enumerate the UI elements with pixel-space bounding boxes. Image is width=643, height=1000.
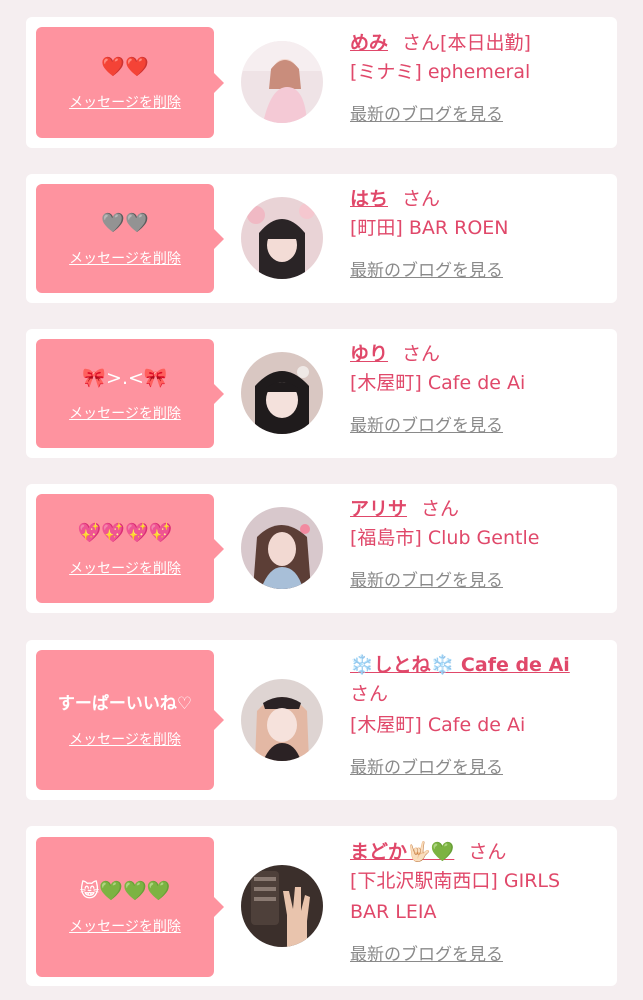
shop-name-continued: BAR LEIA [350, 901, 437, 923]
girl-info: ❄️しとね❄️ Cafe de Ai さん [木屋町] Cafe de Ai 最… [350, 651, 610, 778]
message-bubble: 🎀>.<🎀 メッセージを削除 [36, 339, 224, 448]
girl-name-link[interactable]: はち [350, 188, 388, 210]
honorific: さん [421, 498, 460, 520]
girl-info: まどか🤟🏻💚 さん [下北沢駅南西口] GIRLS BAR LEIA 最新のブログ… [350, 838, 610, 965]
message-text: 🎀>.<🎀 [82, 366, 168, 389]
message-bubble: ❤️❤️ メッセージを削除 [36, 27, 224, 138]
shop-name: [福島市] Club Gentle [350, 527, 540, 549]
girl-name-link[interactable]: めみ [350, 32, 388, 54]
girl-name-link[interactable]: アリサ [350, 498, 407, 520]
message-bubble: 😸💚💚💚 メッセージを削除 [36, 837, 224, 977]
message-text: すーぱーいいね♡ [57, 694, 193, 714]
delete-message-link[interactable]: メッセージを削除 [69, 248, 181, 268]
girl-info: はち さん [町田] BAR ROEN 最新のブログを見る [350, 185, 610, 281]
message-bubble: すーぱーいいね♡ メッセージを削除 [36, 650, 224, 790]
girl-name-link[interactable]: まどか🤟🏻💚 [350, 841, 454, 863]
list-item: すーぱーいいね♡ メッセージを削除 ❄️しとね❄️ Cafe de Ai さん … [26, 640, 617, 800]
delete-message-link[interactable]: メッセージを削除 [69, 92, 181, 112]
delete-message-link[interactable]: メッセージを削除 [69, 403, 181, 423]
shop-name: [ミナミ] ephemeral [350, 61, 531, 83]
latest-blog-link[interactable]: 最新のブログを見る [350, 753, 503, 778]
shop-name: [下北沢駅南西口] GIRLS [350, 870, 561, 892]
avatar[interactable] [241, 197, 323, 279]
honorific: さん [468, 841, 507, 863]
latest-blog-link[interactable]: 最新のブログを見る [350, 411, 503, 436]
girl-info: アリサ さん [福島市] Club Gentle 最新のブログを見る [350, 495, 610, 591]
latest-blog-link[interactable]: 最新のブログを見る [350, 566, 503, 591]
message-text: 😸💚💚💚 [79, 880, 171, 902]
latest-blog-link[interactable]: 最新のブログを見る [350, 256, 503, 281]
honorific: さん [350, 683, 389, 705]
shop-name: [木屋町] Cafe de Ai [350, 714, 526, 736]
avatar[interactable] [241, 679, 323, 761]
girl-name-link[interactable]: ゆり [350, 343, 388, 365]
honorific: さん [402, 32, 441, 54]
status-badge: [本日出勤] [440, 32, 531, 54]
delete-message-link[interactable]: メッセージを削除 [69, 729, 181, 749]
girl-info: ゆり さん [木屋町] Cafe de Ai 最新のブログを見る [350, 340, 610, 436]
latest-blog-link[interactable]: 最新のブログを見る [350, 100, 503, 125]
avatar[interactable] [241, 352, 323, 434]
honorific: さん [402, 343, 441, 365]
girl-name-link[interactable]: ❄️しとね❄️ Cafe de Ai [350, 654, 570, 676]
avatar[interactable] [241, 865, 323, 947]
message-text: ❤️❤️ [101, 55, 149, 78]
message-text: 💖💖💖💖 [77, 521, 173, 544]
list-item: 💖💖💖💖 メッセージを削除 アリサ さん [福島市] Club Gentle 最新… [26, 484, 617, 613]
avatar[interactable] [241, 41, 323, 123]
latest-blog-link[interactable]: 最新のブログを見る [350, 940, 503, 965]
honorific: さん [402, 188, 441, 210]
delete-message-link[interactable]: メッセージを削除 [69, 916, 181, 936]
shop-name: [木屋町] Cafe de Ai [350, 372, 526, 394]
message-bubble: 🩶🩶 メッセージを削除 [36, 184, 224, 293]
favorites-list: ❤️❤️ メッセージを削除 めみ さん[本日出勤] [ミナミ] ephemeral… [0, 0, 643, 1000]
list-item: 🩶🩶 メッセージを削除 はち さん [町田] BAR ROEN 最新のブログを見る [26, 174, 617, 303]
girl-info: めみ さん[本日出勤] [ミナミ] ephemeral 最新のブログを見る [350, 29, 610, 125]
list-item: 🎀>.<🎀 メッセージを削除 ゆり さん [木屋町] Cafe de Ai 最新の… [26, 329, 617, 458]
message-text: 🩶🩶 [101, 211, 149, 234]
list-item: 😸💚💚💚 メッセージを削除 まどか🤟🏻💚 さん [下北沢駅南西口] GIRLS B… [26, 826, 617, 986]
message-bubble: 💖💖💖💖 メッセージを削除 [36, 494, 224, 603]
list-item: ❤️❤️ メッセージを削除 めみ さん[本日出勤] [ミナミ] ephemeral… [26, 17, 617, 148]
avatar[interactable] [241, 507, 323, 589]
delete-message-link[interactable]: メッセージを削除 [69, 558, 181, 578]
shop-name: [町田] BAR ROEN [350, 217, 509, 239]
